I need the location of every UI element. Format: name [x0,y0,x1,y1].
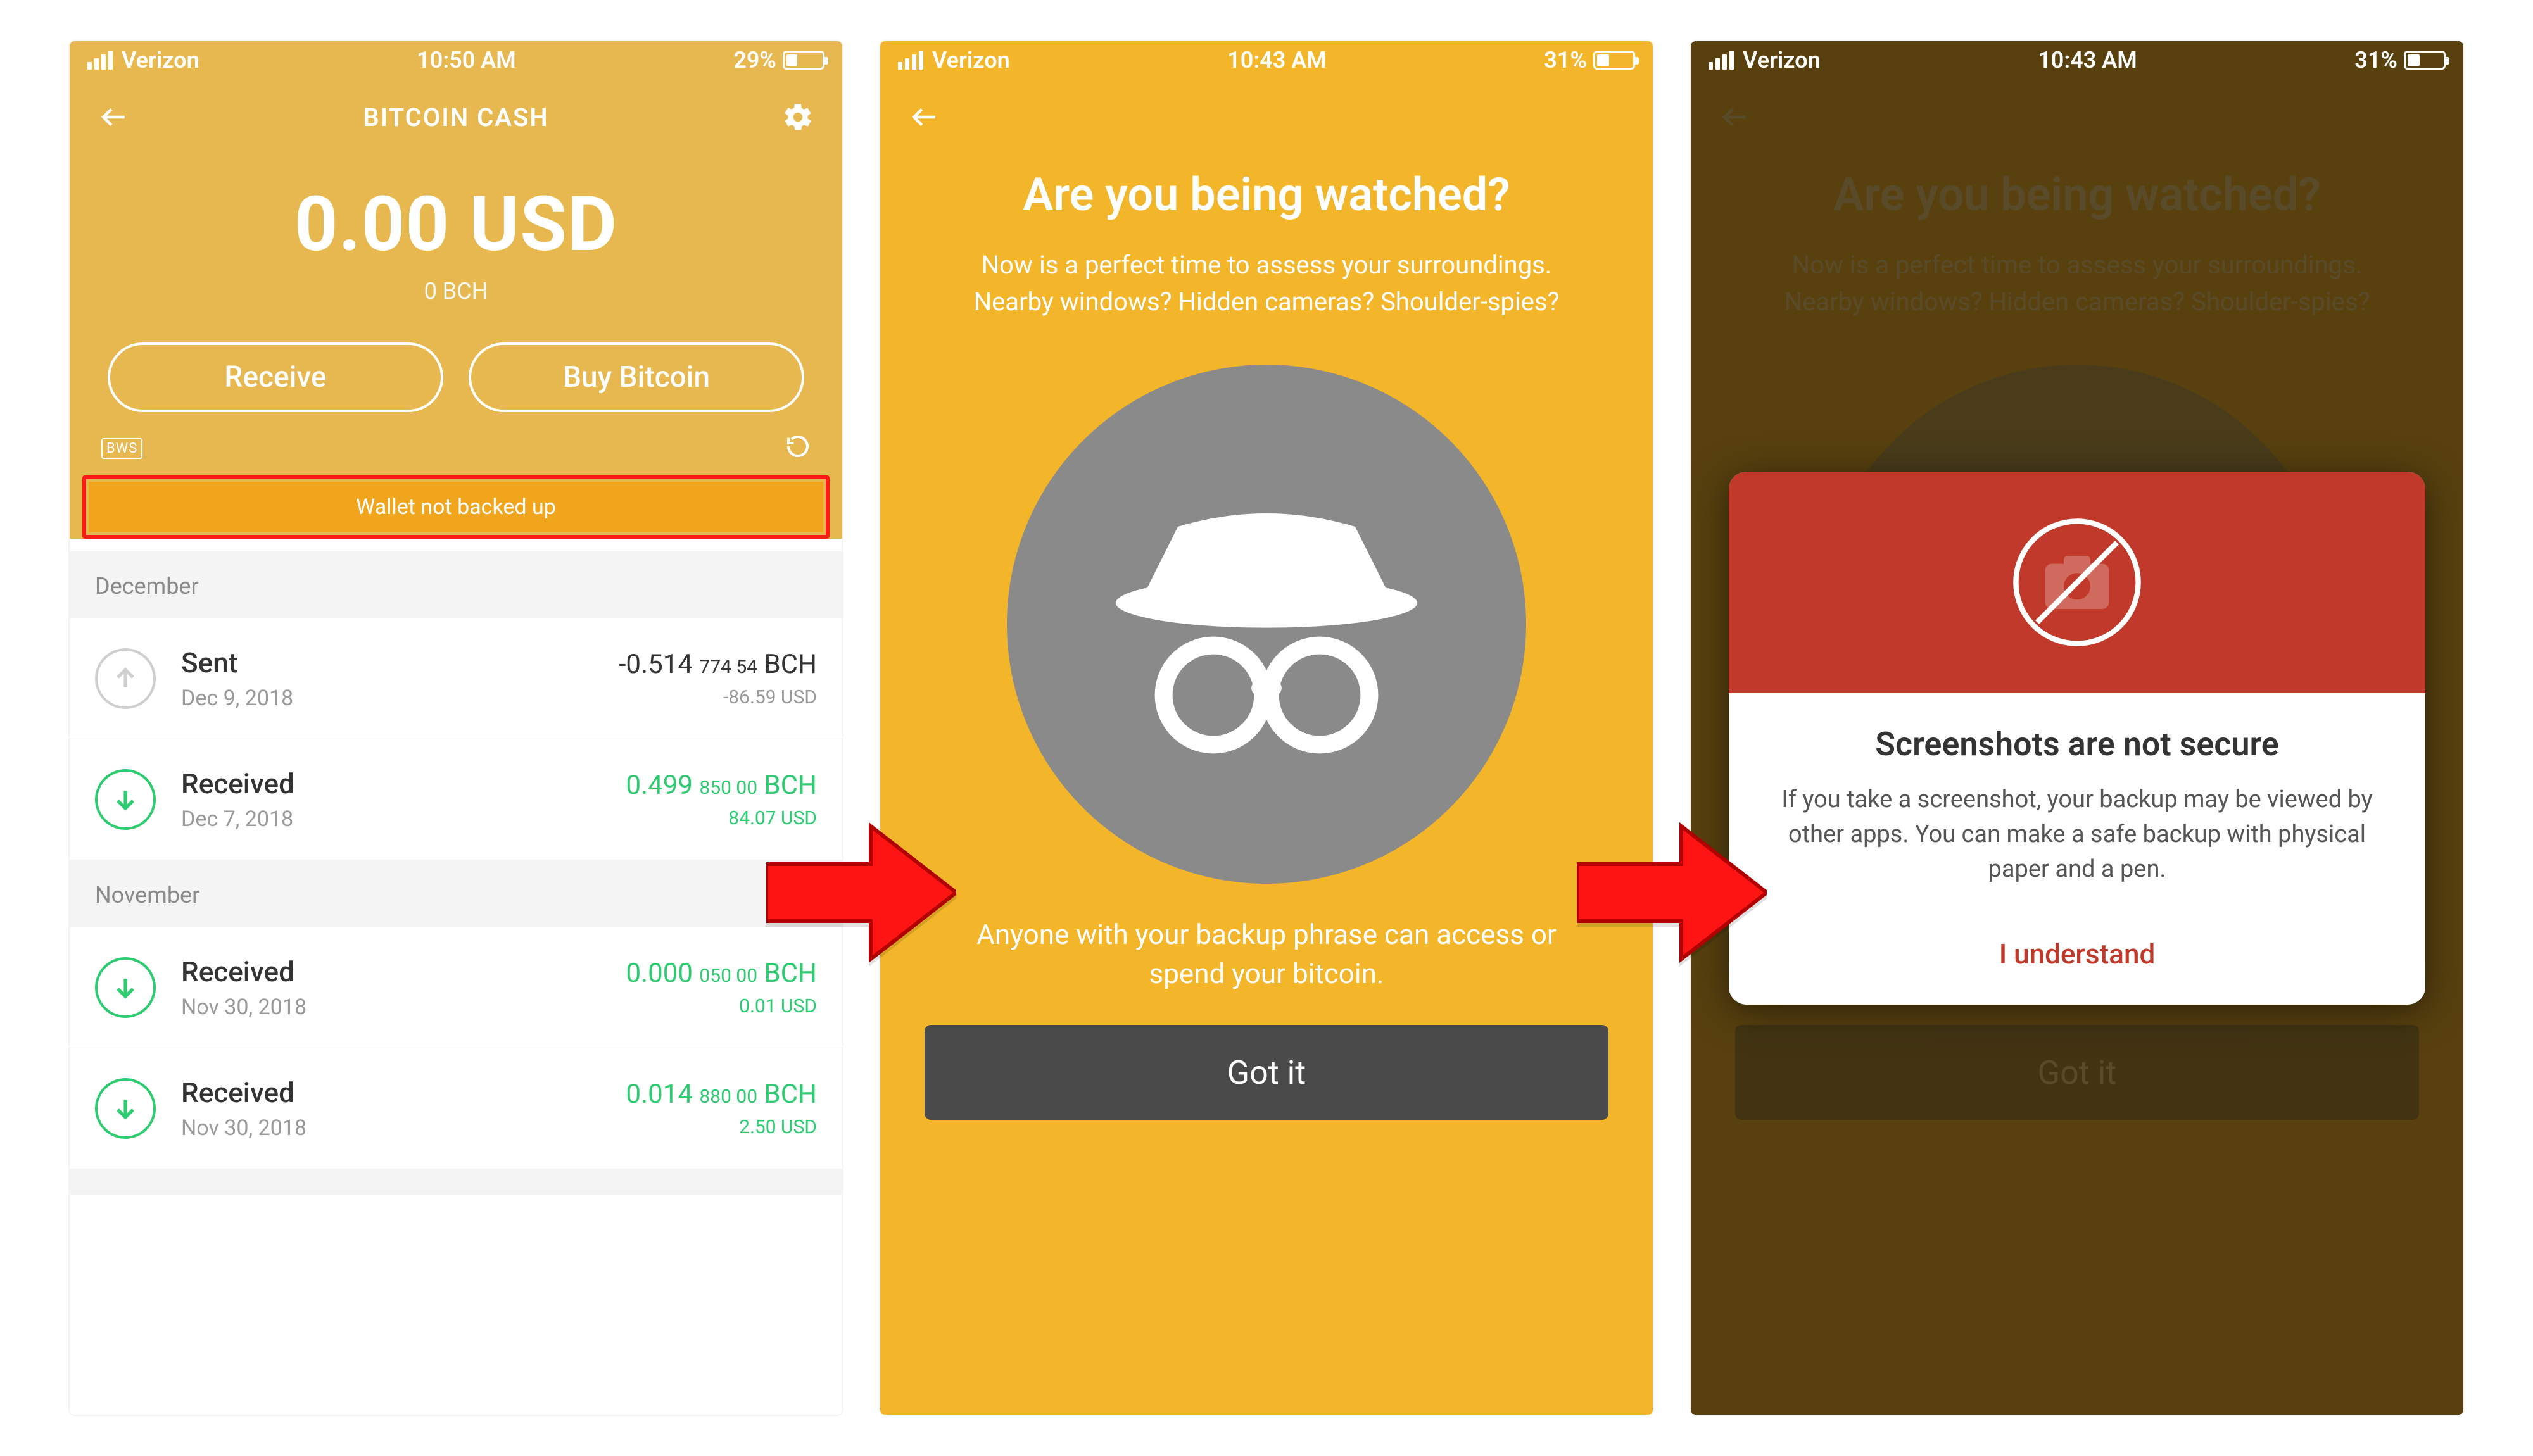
buy-bitcoin-button[interactable]: Buy Bitcoin [469,342,804,412]
transaction-list: December Sent Dec 9, 2018 -0.514 774 54 … [70,551,842,1195]
tx-date: Dec 9, 2018 [181,686,593,711]
backup-warning-banner[interactable]: Wallet not backed up [89,482,823,532]
back-button[interactable] [95,98,133,136]
receive-button[interactable]: Receive [108,342,443,412]
received-icon [95,957,156,1018]
flow-arrow-icon [766,810,956,975]
no-camera-icon [2011,516,2144,649]
settings-button[interactable] [779,98,817,136]
back-button[interactable] [906,98,944,136]
balance-fiat: 0.00 USD [70,180,842,269]
signal-icon [87,51,113,70]
page-title: BITCOIN CASH [363,103,548,132]
modal-confirm-button[interactable]: I understand [1729,906,2425,1005]
got-it-button[interactable]: Got it [925,1025,1608,1120]
transaction-row[interactable]: Received Nov 30, 2018 0.014 880 00 BCH 2… [70,1048,842,1169]
month-header: November [70,860,842,927]
tx-amount-usd: -86.59 USD [619,686,817,708]
status-time: 10:43 AM [2038,47,2137,73]
tx-amount-usd: 2.50 USD [626,1116,817,1138]
status-bar: Verizon 10:50 AM 29% [70,41,842,79]
warning-footer: Anyone with your backup phrase can acces… [956,915,1577,993]
sent-icon [95,648,156,709]
flow-arrow-icon [1577,810,1767,975]
modal-header [1729,472,2425,693]
carrier-label: Verizon [1743,47,1821,73]
screen-backup-warning: Verizon 10:43 AM 31% Are you being watch… [880,41,1653,1415]
month-header: December [70,551,842,618]
tx-amount: 0.014 880 00 BCH [626,1079,817,1110]
tx-date: Nov 30, 2018 [181,995,600,1020]
battery-icon [1593,51,1635,70]
tx-type: Received [181,1076,600,1109]
battery-percent: 29% [733,47,776,73]
tx-type: Sent [181,646,593,679]
modal-body-text: If you take a screenshot, your backup ma… [1767,782,2387,887]
tx-date: Dec 7, 2018 [181,806,600,832]
received-icon [95,769,156,830]
tx-date: Nov 30, 2018 [181,1115,600,1141]
tx-type: Received [181,767,600,800]
status-bar: Verizon 10:43 AM 31% [1691,41,2463,79]
refresh-icon[interactable] [785,434,811,463]
tx-amount: -0.514 774 54 BCH [619,649,817,680]
warning-body: Now is a perfect time to assess your sur… [956,247,1577,320]
screen-wallet: Verizon 10:50 AM 29% BITCOIN CASH 0.00 U [70,41,842,1415]
carrier-label: Verizon [932,47,1010,73]
status-time: 10:43 AM [1227,47,1327,73]
battery-icon [783,51,824,70]
transaction-row[interactable]: Received Dec 7, 2018 0.499 850 00 BCH 84… [70,739,842,860]
tx-amount: 0.499 850 00 BCH [626,770,817,801]
battery-percent: 31% [1544,47,1587,73]
status-bar: Verizon 10:43 AM 31% [880,41,1653,79]
backup-warning-highlight: Wallet not backed up [82,475,830,539]
transaction-row[interactable]: Received Nov 30, 2018 0.000 050 00 BCH 0… [70,927,842,1048]
balance-crypto: 0 BCH [70,278,842,304]
tx-amount-usd: 0.01 USD [626,995,817,1017]
warning-heading: Are you being watched? [1023,168,1510,222]
signal-icon [898,51,923,70]
signal-icon [1709,51,1734,70]
incognito-icon [1007,365,1526,884]
screenshot-modal: Screenshots are not secure If you take a… [1729,472,2425,1005]
tx-type: Received [181,955,600,988]
bws-badge: BWS [101,438,142,459]
transaction-row[interactable]: Sent Dec 9, 2018 -0.514 774 54 BCH -86.5… [70,618,842,739]
status-time: 10:50 AM [417,47,516,73]
modal-title: Screenshots are not secure [1767,725,2387,763]
battery-icon [2404,51,2446,70]
received-icon [95,1078,156,1139]
carrier-label: Verizon [122,47,199,73]
screen-screenshot-warning: Verizon 10:43 AM 31% Are you being watch… [1691,41,2463,1415]
battery-percent: 31% [2354,47,2397,73]
